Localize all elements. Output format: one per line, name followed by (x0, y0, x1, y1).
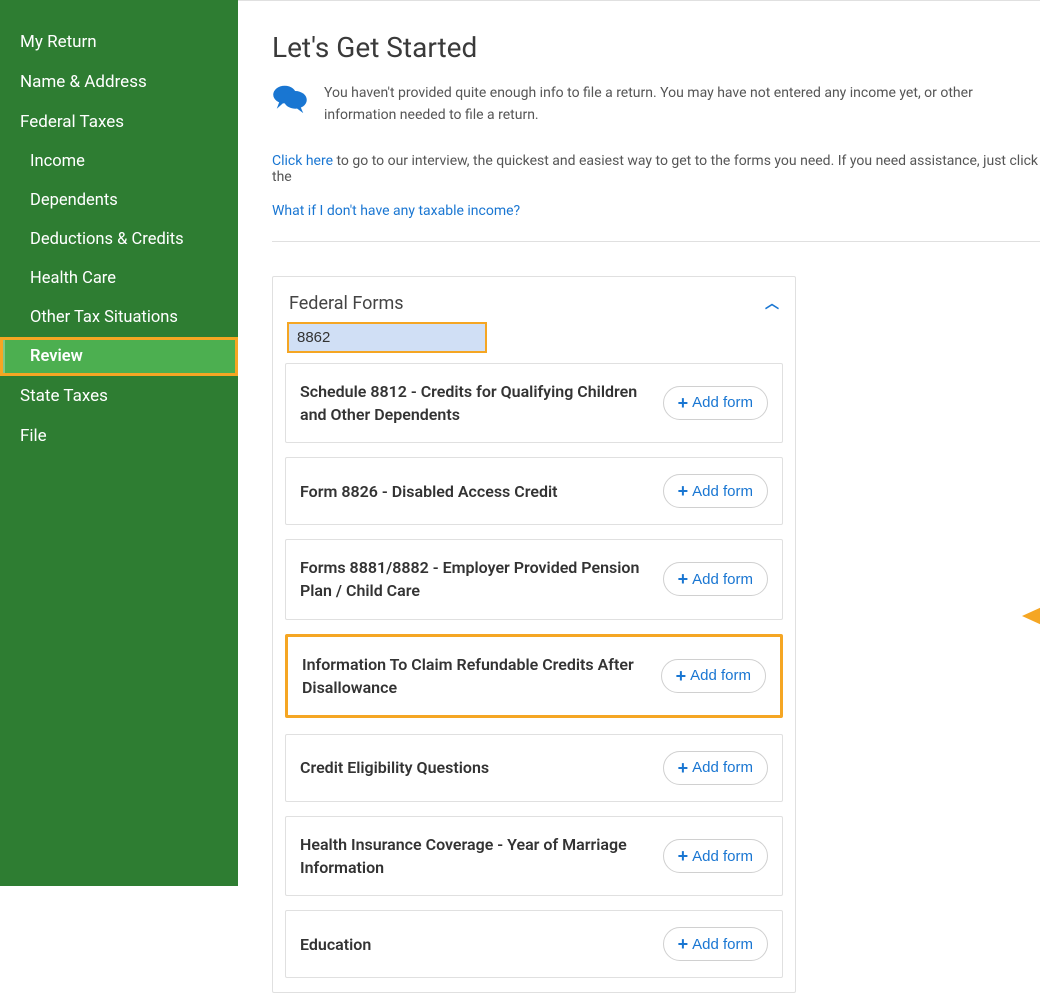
sidebar-item-my-return[interactable]: My Return (0, 22, 238, 62)
add-form-button[interactable]: +Add form (663, 386, 768, 420)
add-form-button[interactable]: +Add form (663, 927, 768, 961)
divider (272, 241, 1040, 242)
plus-icon: + (678, 570, 689, 588)
form-label: Schedule 8812 - Credits for Qualifying C… (300, 380, 651, 426)
form-item: Health Insurance Coverage - Year of Marr… (285, 816, 783, 896)
sidebar-item-health-care[interactable]: Health Care (0, 259, 238, 298)
chevron-up-icon[interactable]: ︿ (765, 293, 779, 313)
click-here-link[interactable]: Click here (272, 153, 333, 169)
sidebar: My Return Name & Address Federal Taxes I… (0, 0, 238, 886)
plus-icon: + (678, 482, 689, 500)
form-item: Forms 8881/8882 - Employer Provided Pens… (285, 539, 783, 619)
sidebar-item-federal-taxes[interactable]: Federal Taxes (0, 102, 238, 142)
add-form-button[interactable]: +Add form (663, 562, 768, 596)
click-here-rest: to go to our interview, the quickest and… (272, 153, 1038, 185)
sidebar-item-file[interactable]: File (0, 416, 238, 456)
main-content: Let's Get Started You haven't provided q… (238, 0, 1040, 886)
form-item: Education +Add form (285, 910, 783, 978)
sidebar-item-deductions-credits[interactable]: Deductions & Credits (0, 220, 238, 259)
add-form-button[interactable]: +Add form (663, 839, 768, 873)
page-title: Let's Get Started (272, 31, 1040, 64)
forms-search-input[interactable] (287, 322, 487, 353)
form-item: Schedule 8812 - Credits for Qualifying C… (285, 363, 783, 443)
sidebar-item-review[interactable]: Review (0, 337, 238, 376)
sidebar-item-state-taxes[interactable]: State Taxes (0, 376, 238, 416)
form-label: Credit Eligibility Questions (300, 756, 651, 779)
what-if-link[interactable]: What if I don't have any taxable income? (272, 203, 1040, 219)
add-form-button[interactable]: +Add form (663, 474, 768, 508)
form-label: Form 8826 - Disabled Access Credit (300, 480, 651, 503)
sidebar-item-name-address[interactable]: Name & Address (0, 62, 238, 102)
interview-info: Click here to go to our interview, the q… (272, 153, 1040, 185)
sidebar-item-other-tax[interactable]: Other Tax Situations (0, 298, 238, 337)
form-label: Information To Claim Refundable Credits … (302, 653, 649, 699)
forms-panel: Federal Forms ︿ Schedule 8812 - Credits … (272, 276, 796, 993)
plus-icon: + (676, 667, 687, 685)
plus-icon: + (678, 759, 689, 777)
arrow-annotation (1022, 601, 1040, 631)
form-item: Credit Eligibility Questions +Add form (285, 734, 783, 802)
add-form-button[interactable]: +Add form (663, 751, 768, 785)
plus-icon: + (678, 847, 689, 865)
sidebar-item-income[interactable]: Income (0, 142, 238, 181)
plus-icon: + (678, 394, 689, 412)
form-item-highlighted: Information To Claim Refundable Credits … (285, 634, 783, 718)
info-text: You haven't provided quite enough info t… (324, 82, 1040, 127)
add-form-button[interactable]: +Add form (661, 659, 766, 693)
form-label: Education (300, 933, 651, 956)
form-item: Form 8826 - Disabled Access Credit +Add … (285, 457, 783, 525)
plus-icon: + (678, 935, 689, 953)
forms-header[interactable]: Federal Forms ︿ (285, 293, 783, 322)
chat-icon (272, 84, 308, 114)
sidebar-item-dependents[interactable]: Dependents (0, 181, 238, 220)
info-row: You haven't provided quite enough info t… (272, 82, 1040, 127)
forms-header-label: Federal Forms (289, 293, 404, 314)
form-label: Health Insurance Coverage - Year of Marr… (300, 833, 651, 879)
form-label: Forms 8881/8882 - Employer Provided Pens… (300, 556, 651, 602)
